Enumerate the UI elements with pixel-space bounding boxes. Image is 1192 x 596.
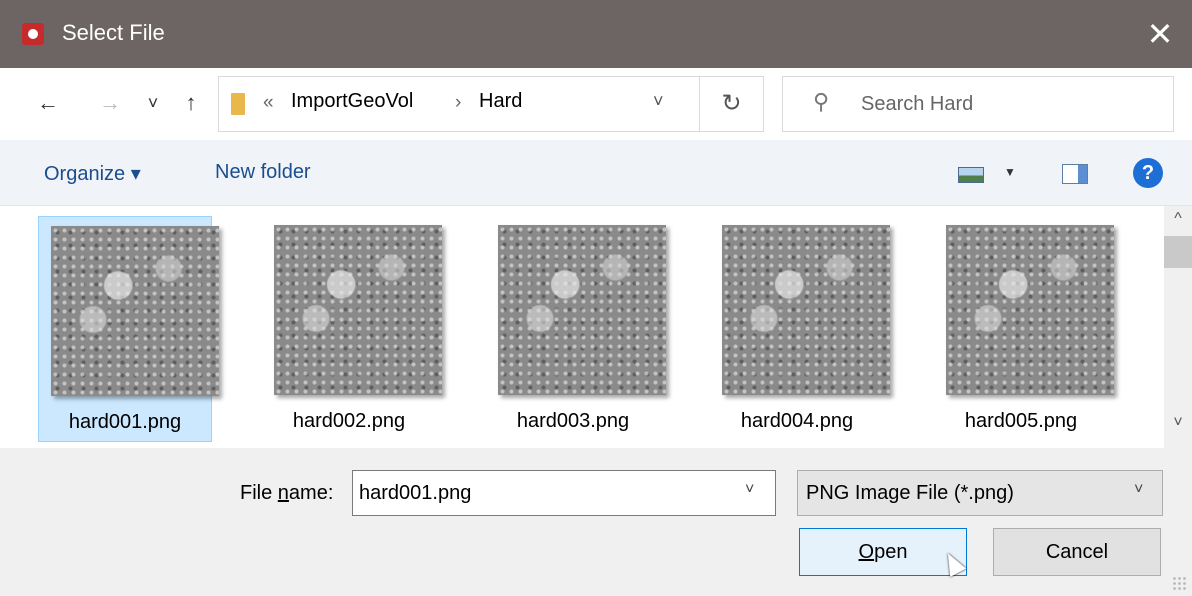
file-name-input[interactable] bbox=[359, 477, 739, 509]
open-button-accesskey: O bbox=[858, 541, 875, 563]
chevron-down-icon: ˅ bbox=[1134, 481, 1144, 498]
file-tile-hard003[interactable]: hard003.png bbox=[486, 216, 666, 442]
file-name-label-accesskey: n bbox=[277, 482, 289, 504]
organize-button[interactable]: Organize ▾ bbox=[44, 161, 141, 186]
file-name-label-part: File bbox=[240, 482, 278, 504]
chevron-down-icon[interactable]: ˅ bbox=[653, 91, 664, 112]
file-tile-hard002[interactable]: hard002.png bbox=[262, 216, 442, 442]
preview-pane-icon[interactable] bbox=[1062, 164, 1088, 184]
file-name-combobox[interactable]: ˅ bbox=[352, 470, 776, 516]
open-button-label: pen bbox=[874, 541, 908, 563]
file-type-select[interactable]: PNG Image File (*.png) ˅ bbox=[797, 470, 1163, 516]
file-thumbnail bbox=[51, 226, 219, 396]
title-bar: Select File ✕ bbox=[0, 0, 1192, 68]
dialog-footer: File name: ˅ PNG Image File (*.png) ˅ Op… bbox=[0, 448, 1192, 596]
help-icon[interactable]: ? bbox=[1133, 158, 1163, 188]
scroll-down-icon[interactable]: ˅ bbox=[1164, 414, 1192, 438]
file-name-label: hard004.png bbox=[740, 410, 854, 432]
file-thumbnail bbox=[498, 225, 666, 395]
view-icon[interactable] bbox=[958, 167, 984, 183]
file-thumbnail bbox=[722, 225, 890, 395]
scroll-up-icon[interactable]: ^ bbox=[1164, 210, 1192, 234]
chevron-down-icon[interactable]: ˅ bbox=[745, 481, 754, 499]
scroll-thumb[interactable] bbox=[1164, 236, 1192, 268]
command-bar: Organize ▾ New folder ▼ ? bbox=[0, 140, 1192, 206]
open-button[interactable]: Open bbox=[799, 528, 967, 576]
breadcrumb-separator[interactable]: › bbox=[455, 92, 461, 114]
vertical-scrollbar[interactable]: ^ ˅ bbox=[1164, 206, 1192, 448]
file-type-value: PNG Image File (*.png) bbox=[806, 482, 1014, 504]
file-name-label-part: ame: bbox=[288, 482, 334, 504]
file-name-label: hard002.png bbox=[292, 410, 406, 432]
file-name-label: File name: bbox=[240, 482, 333, 505]
breadcrumb-item-hard[interactable]: Hard bbox=[479, 90, 522, 113]
back-icon[interactable]: ← bbox=[30, 88, 66, 118]
window-title: Select File bbox=[62, 20, 165, 45]
cancel-button[interactable]: Cancel bbox=[993, 528, 1161, 576]
file-list: hard001.png hard002.png hard003.png hard… bbox=[0, 206, 1192, 448]
breadcrumb-overflow-icon[interactable]: « bbox=[263, 92, 274, 114]
file-name-label: hard005.png bbox=[964, 410, 1078, 432]
file-tile-hard001[interactable]: hard001.png bbox=[38, 216, 219, 442]
search-icon: ⚲ bbox=[813, 89, 830, 114]
search-input[interactable] bbox=[861, 85, 1161, 123]
navigation-bar: ← → ˅ ↑ « ImportGeoVol › Hard ˅ ↻ ⚲ bbox=[0, 68, 1192, 140]
folder-icon bbox=[231, 93, 245, 115]
file-tile-hard004[interactable]: hard004.png bbox=[710, 216, 890, 442]
new-folder-button[interactable]: New folder bbox=[215, 161, 311, 184]
file-name-label: hard001.png bbox=[68, 411, 182, 433]
search-box[interactable]: ⚲ bbox=[782, 76, 1174, 132]
view-options-dropdown[interactable]: ▼ bbox=[1004, 165, 1016, 179]
file-thumbnail bbox=[274, 225, 442, 395]
resize-grip[interactable] bbox=[1172, 576, 1188, 592]
forward-icon[interactable]: → bbox=[92, 88, 128, 118]
breadcrumb-item-importgeovol[interactable]: ImportGeoVol bbox=[291, 90, 413, 113]
recent-locations-icon[interactable]: ˅ bbox=[140, 88, 166, 118]
file-name-label: hard003.png bbox=[516, 410, 630, 432]
file-thumbnail bbox=[946, 225, 1114, 395]
app-icon bbox=[22, 23, 44, 45]
close-icon[interactable]: ✕ bbox=[1138, 14, 1182, 54]
file-tile-hard005[interactable]: hard005.png bbox=[934, 216, 1114, 442]
address-bar[interactable]: « ImportGeoVol › Hard ˅ ↻ bbox=[218, 76, 764, 132]
up-icon[interactable]: ↑ bbox=[176, 88, 206, 118]
refresh-icon[interactable]: ↻ bbox=[699, 77, 763, 131]
